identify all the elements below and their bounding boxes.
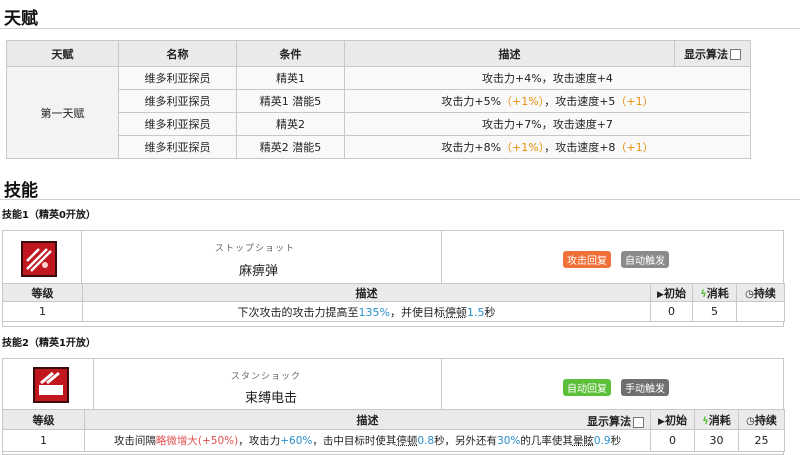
talent-condition: 精英1 潜能5 xyxy=(236,89,345,113)
level-header: 等级 xyxy=(2,409,85,430)
skill2-title: 技能2（精英1开放） xyxy=(2,334,104,349)
bolt-icon: ϟ xyxy=(702,415,709,427)
skill1-level-table: 等级 描述 ▶初始 ϟ消耗 ◷持续 1 下次攻击的攻击力提高至135%，并使目标… xyxy=(2,283,785,322)
table-row: 维多利亚探员 精英2 攻击力+7%，攻击速度+7 xyxy=(7,112,751,136)
skill1-jp-name: ストップショット xyxy=(215,244,296,254)
skill2-name: 束缚电击 xyxy=(245,391,298,406)
clock-icon: ◷ xyxy=(746,415,755,427)
skill2-jp-name: スタンショック xyxy=(231,372,302,382)
skill-level: 1 xyxy=(2,301,83,322)
skill-duration: 25 xyxy=(738,429,785,452)
talent-name: 维多利亚探员 xyxy=(118,66,237,90)
skill1-title: 技能1（精英0开放） xyxy=(2,210,96,221)
divider xyxy=(81,231,82,283)
skill1-sp-badge: 攻击回复 xyxy=(563,251,611,268)
section-divider xyxy=(0,199,800,200)
skill-description: 下次攻击的攻击力提高至135%，并使目标停顿1.5秒 xyxy=(82,301,651,322)
talent-description: 攻击力+8%（+1%），攻击速度+8（+1） xyxy=(344,135,751,159)
skill1-icon xyxy=(21,241,57,277)
show-algorithm-label: 显示算法 xyxy=(684,47,728,61)
sp-cost-header: ϟ消耗 xyxy=(694,409,739,430)
skill1-panel: ストップショット 麻痹弹 攻击回复 自动触发 等级 描述 ▶初始 ϟ消耗 ◷持续… xyxy=(2,230,785,327)
show-algorithm-toggle[interactable]: 显示算法 xyxy=(587,413,644,429)
skill-initial-sp: 0 xyxy=(650,301,693,322)
skill-description: 攻击间隔略微增大(+50%)，攻击力+60%，击中目标时使其停顿0.8秒，另外还… xyxy=(84,429,651,452)
talent-name: 维多利亚探员 xyxy=(118,112,237,136)
clock-icon: ◷ xyxy=(745,288,754,300)
talent-description: 攻击力+7%，攻击速度+7 xyxy=(344,112,751,136)
show-algorithm-checkbox[interactable] xyxy=(730,49,741,60)
sp-cost-header: ϟ消耗 xyxy=(692,283,737,302)
talent-name: 维多利亚探员 xyxy=(118,135,237,159)
show-algorithm-checkbox[interactable] xyxy=(633,416,644,428)
skill-initial-sp: 0 xyxy=(650,429,695,452)
skill-level: 1 xyxy=(2,429,85,452)
talent-description: 攻击力+4%，攻击速度+4 xyxy=(344,66,751,90)
condition-header: 条件 xyxy=(236,40,345,67)
duration-header: ◷持续 xyxy=(738,409,785,430)
skill2-sp-badge: 自动回复 xyxy=(563,379,611,396)
talent-condition: 精英2 潜能5 xyxy=(236,135,345,159)
duration-header: ◷持续 xyxy=(736,283,785,302)
description-header: 描述 显示算法 xyxy=(84,409,651,430)
talent-section-title: 天赋 xyxy=(4,9,38,29)
table-row: 1 下次攻击的攻击力提高至135%，并使目标停顿1.5秒 0 5 xyxy=(2,301,785,322)
play-icon: ▶ xyxy=(657,289,664,300)
name-header: 名称 xyxy=(118,40,237,67)
skills-section-title: 技能 xyxy=(4,181,38,201)
divider xyxy=(441,359,442,409)
table-row: 维多利亚探员 精英1 潜能5 攻击力+5%（+1%），攻击速度+5（+1） xyxy=(7,89,751,113)
divider xyxy=(93,359,94,409)
level-header: 等级 xyxy=(2,283,83,302)
talent-description: 攻击力+5%（+1%），攻击速度+5（+1） xyxy=(344,89,751,113)
description-header: 描述 xyxy=(344,40,675,67)
talent-table: 天赋 名称 条件 描述 显示算法 第一天赋 维多利亚探员 精英1 攻击力+4%，… xyxy=(6,40,751,159)
initial-sp-header: ▶初始 xyxy=(650,283,693,302)
talent-name: 维多利亚探员 xyxy=(118,89,237,113)
skill2-trigger-badge: 手动触发 xyxy=(621,379,669,396)
play-icon: ▶ xyxy=(658,416,665,427)
skill2-level-table: 等级 描述 显示算法 ▶初始 ϟ消耗 ◷持续 1 攻击间隔略微增大(+50%)，… xyxy=(2,409,785,452)
talent-condition: 精英2 xyxy=(236,112,345,136)
talent-group-label: 第一天赋 xyxy=(6,66,119,159)
skill1-name: 麻痹弹 xyxy=(239,264,279,279)
skill-sp-cost: 5 xyxy=(692,301,737,322)
initial-sp-header: ▶初始 xyxy=(650,409,695,430)
skill1-trigger-badge: 自动触发 xyxy=(621,251,669,268)
table-row: 维多利亚探员 精英2 潜能5 攻击力+8%（+1%），攻击速度+8（+1） xyxy=(7,135,751,159)
skill-duration xyxy=(736,301,785,322)
section-divider xyxy=(0,28,800,29)
skill2-icon xyxy=(33,367,69,403)
table-row: 1 攻击间隔略微增大(+50%)，攻击力+60%，击中目标时使其停顿0.8秒，另… xyxy=(2,429,785,452)
skill-sp-cost: 30 xyxy=(694,429,739,452)
bolt-icon: ϟ xyxy=(700,288,707,300)
talent-header: 天赋 xyxy=(6,40,119,67)
skill2-panel: スタンショック 束缚电击 自动回复 手动触发 等级 描述 显示算法 ▶初始 ϟ消… xyxy=(2,358,785,455)
table-row: 第一天赋 维多利亚探员 精英1 攻击力+4%，攻击速度+4 xyxy=(6,66,751,159)
talent-condition: 精英1 xyxy=(236,66,345,90)
show-algorithm-toggle[interactable]: 显示算法 xyxy=(674,40,751,67)
description-header: 描述 xyxy=(82,283,651,302)
divider xyxy=(441,231,442,283)
